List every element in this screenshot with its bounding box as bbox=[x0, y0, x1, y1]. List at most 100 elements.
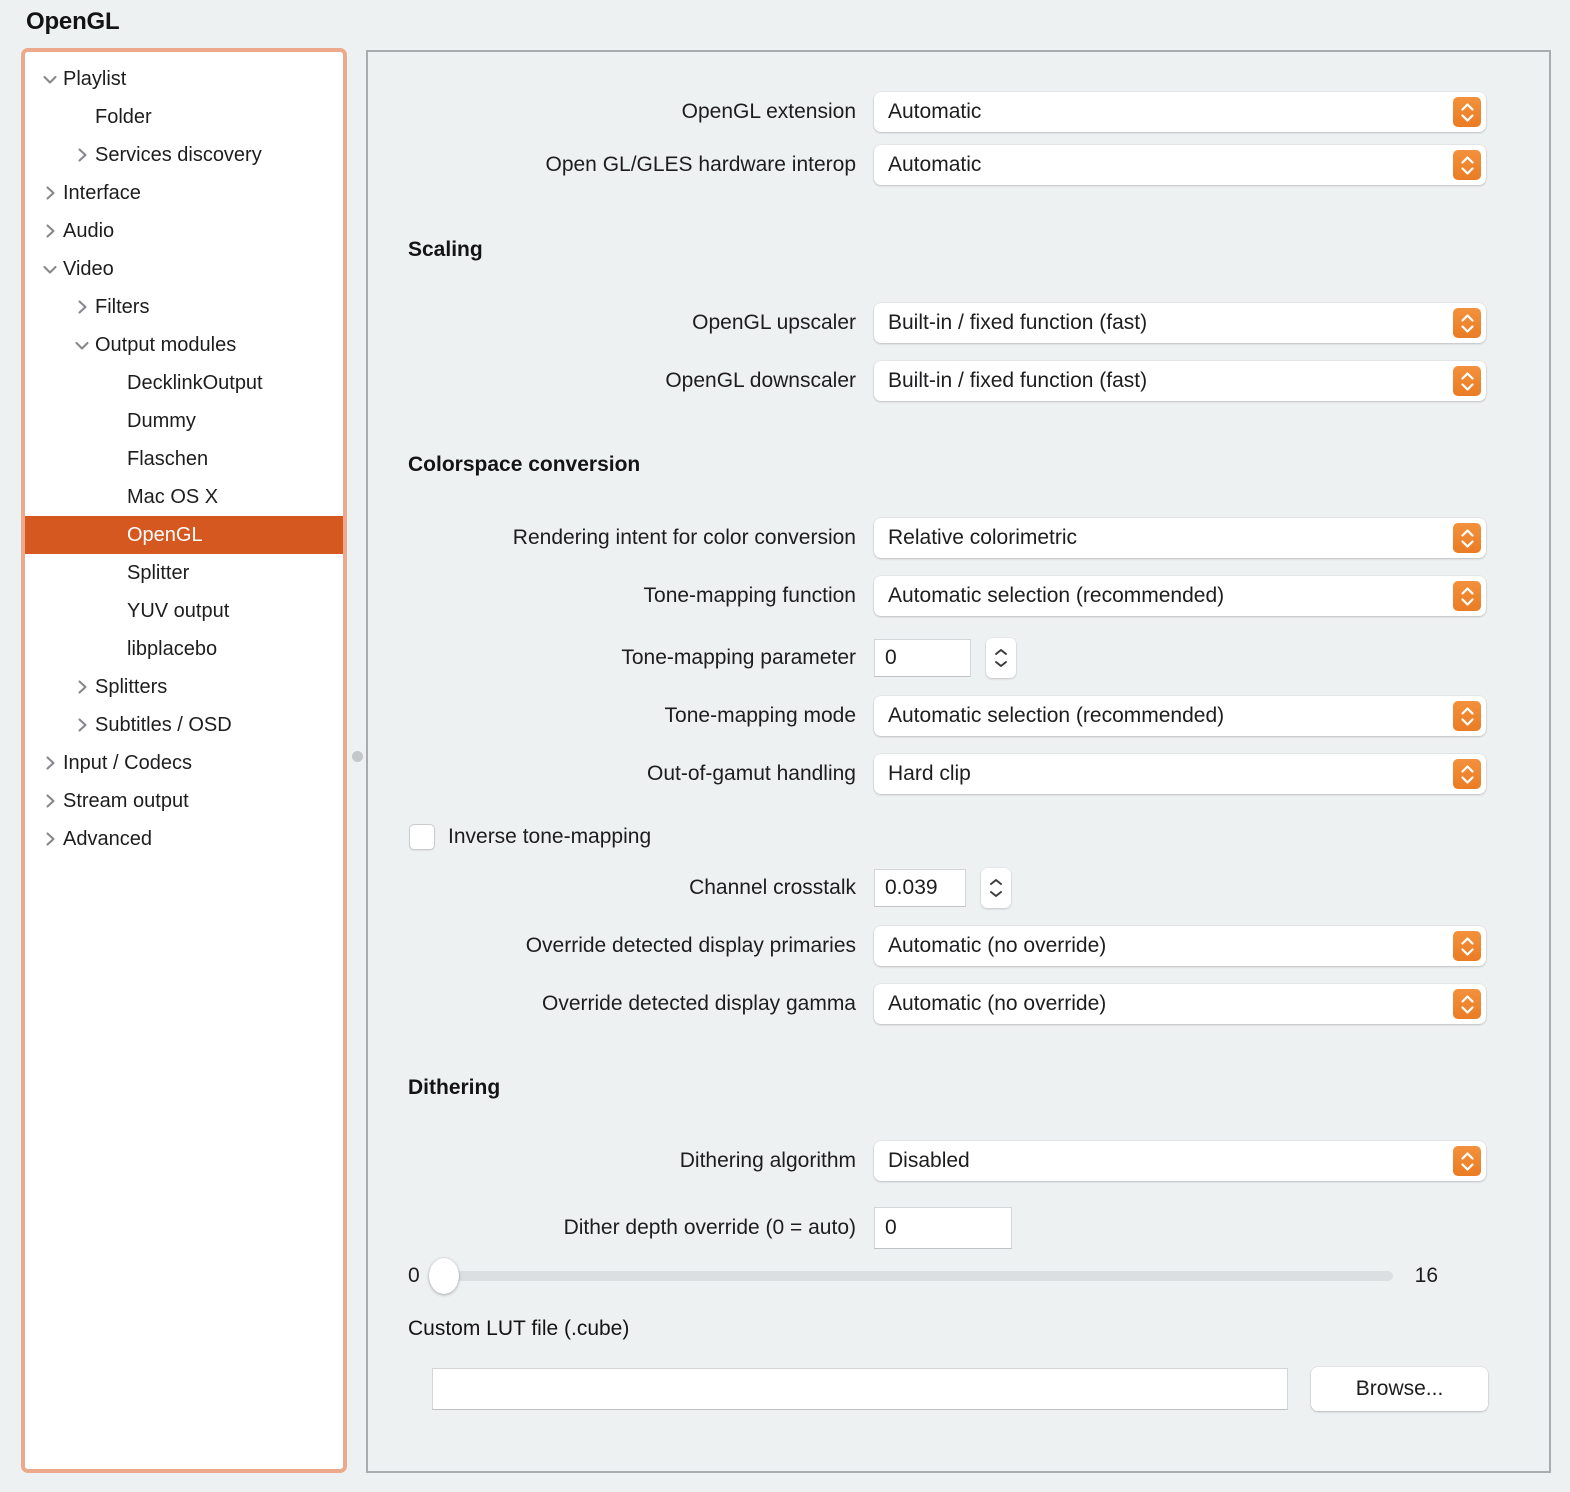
chevron-right-icon[interactable] bbox=[71, 678, 93, 696]
input-custom-lut[interactable] bbox=[432, 1368, 1289, 1410]
label-custom-lut: Custom LUT file (.cube) bbox=[408, 1317, 630, 1340]
sidebar-item-video[interactable]: Video bbox=[25, 250, 343, 288]
sidebar-item-playlist[interactable]: Playlist bbox=[25, 60, 343, 98]
select-override-primaries[interactable]: Automatic (no override) bbox=[874, 926, 1486, 966]
chevron-right-icon[interactable] bbox=[71, 146, 93, 164]
chevron-down-icon[interactable] bbox=[39, 263, 61, 276]
label-override-primaries: Override detected display primaries bbox=[525, 934, 856, 957]
sidebar-item-label: Interface bbox=[63, 181, 141, 204]
chevron-right-icon[interactable] bbox=[39, 792, 61, 810]
select-out-of-gamut-value: Hard clip bbox=[888, 762, 971, 785]
sidebar-item-label: Input / Codecs bbox=[63, 751, 192, 774]
select-opengl-extension-value: Automatic bbox=[888, 100, 982, 123]
sidebar-item-label: Stream output bbox=[63, 789, 189, 812]
sidebar-item-folder[interactable]: Folder bbox=[25, 98, 343, 136]
sidebar-item-label: Audio bbox=[63, 219, 115, 242]
select-override-gamma[interactable]: Automatic (no override) bbox=[874, 984, 1486, 1024]
chevron-right-icon[interactable] bbox=[39, 184, 61, 202]
sidebar-item-label: Advanced bbox=[63, 827, 152, 850]
sidebar-item-audio[interactable]: Audio bbox=[25, 212, 343, 250]
row-opengl-upscaler: OpenGL upscaler Built-in / fixed functio… bbox=[368, 303, 1486, 343]
sidebar-item-label: libplacebo bbox=[127, 637, 218, 660]
checkbox-inverse-tone-mapping[interactable]: Inverse tone-mapping bbox=[409, 824, 651, 850]
sidebar-item-yuv-output[interactable]: YUV output bbox=[25, 592, 343, 630]
chevron-up-down-icon[interactable] bbox=[1453, 97, 1481, 127]
input-tone-mapping-parameter[interactable]: 0 bbox=[874, 639, 971, 677]
row-dither-depth: Dither depth override (0 = auto) 0 bbox=[368, 1207, 1486, 1249]
splitter-handle[interactable] bbox=[352, 751, 363, 762]
slider-dither-depth[interactable]: 0 16 bbox=[408, 1258, 1438, 1294]
sidebar-item-services-discovery[interactable]: Services discovery bbox=[25, 136, 343, 174]
slider-min-label: 0 bbox=[408, 1264, 420, 1287]
sidebar-item-label: Services discovery bbox=[95, 143, 262, 166]
stepper-tone-mapping-parameter[interactable] bbox=[986, 638, 1016, 678]
chevron-up-down-icon[interactable] bbox=[1453, 759, 1481, 789]
select-override-gamma-value: Automatic (no override) bbox=[888, 992, 1107, 1015]
sidebar-item-dummy[interactable]: Dummy bbox=[25, 402, 343, 440]
sidebar-item-label: Filters bbox=[95, 295, 150, 318]
chevron-right-icon[interactable] bbox=[39, 754, 61, 772]
sidebar-item-filters[interactable]: Filters bbox=[25, 288, 343, 326]
chevron-up-down-icon[interactable] bbox=[1453, 308, 1481, 338]
select-tone-mapping-mode-value: Automatic selection (recommended) bbox=[888, 704, 1225, 727]
chevron-up-down-icon[interactable] bbox=[1453, 581, 1481, 611]
section-heading-dithering: Dithering bbox=[408, 1076, 501, 1099]
checkbox-box-icon[interactable] bbox=[409, 824, 435, 850]
chevron-down-icon[interactable] bbox=[71, 339, 93, 352]
select-opengl-downscaler[interactable]: Built-in / fixed function (fast) bbox=[874, 361, 1486, 401]
label-tone-mapping-mode: Tone-mapping mode bbox=[664, 704, 856, 727]
slider-thumb[interactable] bbox=[428, 1258, 459, 1294]
label-channel-crosstalk: Channel crosstalk bbox=[689, 876, 856, 899]
chevron-up-down-icon[interactable] bbox=[1453, 366, 1481, 396]
row-channel-crosstalk: Channel crosstalk 0.039 bbox=[368, 868, 1486, 908]
sidebar-item-opengl[interactable]: OpenGL bbox=[25, 516, 343, 554]
chevron-right-icon[interactable] bbox=[39, 830, 61, 848]
select-dithering-algorithm[interactable]: Disabled bbox=[874, 1141, 1486, 1181]
sidebar-item-advanced[interactable]: Advanced bbox=[25, 820, 343, 858]
label-opengl-extension: OpenGL extension bbox=[681, 100, 856, 123]
input-dither-depth[interactable]: 0 bbox=[874, 1207, 1012, 1249]
chevron-up-down-icon[interactable] bbox=[1453, 150, 1481, 180]
stepper-channel-crosstalk[interactable] bbox=[981, 868, 1011, 908]
sidebar-item-label: Splitters bbox=[95, 675, 168, 698]
chevron-right-icon[interactable] bbox=[71, 716, 93, 734]
chevron-up-down-icon[interactable] bbox=[1453, 931, 1481, 961]
chevron-right-icon[interactable] bbox=[39, 222, 61, 240]
select-rendering-intent[interactable]: Relative colorimetric bbox=[874, 518, 1486, 558]
sidebar-item-stream-output[interactable]: Stream output bbox=[25, 782, 343, 820]
sidebar-item-splitters[interactable]: Splitters bbox=[25, 668, 343, 706]
settings-tree-list[interactable]: Playlist Folder Services discovery Interfac… bbox=[25, 52, 343, 1469]
sidebar-item-decklinkoutput[interactable]: DecklinkOutput bbox=[25, 364, 343, 402]
chevron-up-down-icon[interactable] bbox=[1453, 701, 1481, 731]
sidebar-item-interface[interactable]: Interface bbox=[25, 174, 343, 212]
chevron-up-down-icon[interactable] bbox=[1453, 1146, 1481, 1176]
row-opengl-extension: OpenGL extension Automatic bbox=[368, 92, 1486, 132]
label-tone-mapping-function: Tone-mapping function bbox=[643, 584, 856, 607]
select-opengl-extension[interactable]: Automatic bbox=[874, 92, 1486, 132]
chevron-up-down-icon[interactable] bbox=[1453, 523, 1481, 553]
sidebar-item-mac-os-x[interactable]: Mac OS X bbox=[25, 478, 343, 516]
sidebar-item-splitter[interactable]: Splitter bbox=[25, 554, 343, 592]
chevron-right-icon[interactable] bbox=[71, 298, 93, 316]
select-hardware-interop[interactable]: Automatic bbox=[874, 145, 1486, 185]
chevron-down-icon[interactable] bbox=[39, 73, 61, 86]
settings-content-panel: OpenGL extension Automatic Open GL/GLES … bbox=[366, 50, 1551, 1473]
label-rendering-intent: Rendering intent for color conversion bbox=[512, 526, 856, 549]
row-tone-mapping-mode: Tone-mapping mode Automatic selection (r… bbox=[368, 696, 1486, 736]
chevron-up-down-icon[interactable] bbox=[1453, 989, 1481, 1019]
select-tone-mapping-mode[interactable]: Automatic selection (recommended) bbox=[874, 696, 1486, 736]
sidebar-item-libplacebo[interactable]: libplacebo bbox=[25, 630, 343, 668]
sidebar-item-flaschen[interactable]: Flaschen bbox=[25, 440, 343, 478]
browse-button[interactable]: Browse... bbox=[1311, 1367, 1488, 1411]
input-channel-crosstalk[interactable]: 0.039 bbox=[874, 869, 966, 907]
sidebar-item-label: DecklinkOutput bbox=[127, 371, 263, 394]
sidebar-item-label: Video bbox=[63, 257, 114, 280]
select-out-of-gamut[interactable]: Hard clip bbox=[874, 754, 1486, 794]
sidebar-item-subtitles-osd[interactable]: Subtitles / OSD bbox=[25, 706, 343, 744]
section-heading-scaling: Scaling bbox=[408, 238, 483, 261]
select-tone-mapping-function[interactable]: Automatic selection (recommended) bbox=[874, 576, 1486, 616]
select-opengl-upscaler[interactable]: Built-in / fixed function (fast) bbox=[874, 303, 1486, 343]
slider-track[interactable] bbox=[428, 1258, 1393, 1294]
sidebar-item-input-codecs[interactable]: Input / Codecs bbox=[25, 744, 343, 782]
sidebar-item-output-modules[interactable]: Output modules bbox=[25, 326, 343, 364]
